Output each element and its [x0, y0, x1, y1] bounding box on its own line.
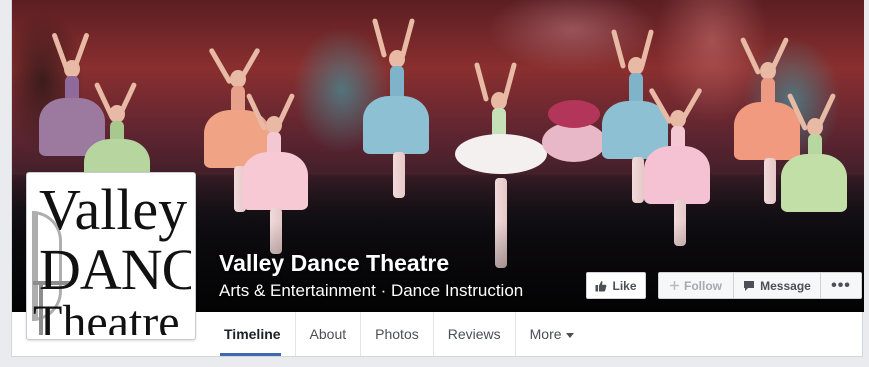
page-title[interactable]: Valley Dance Theatre [219, 250, 449, 277]
tab-more[interactable]: More [516, 312, 588, 356]
tab-timeline[interactable]: Timeline [210, 312, 296, 356]
message-label: Message [760, 278, 811, 293]
tab-about[interactable]: About [296, 312, 362, 356]
profile-picture[interactable]: Valley DANCE Theatre [26, 172, 196, 340]
tab-reviews[interactable]: Reviews [434, 312, 516, 356]
page-categories[interactable]: Arts & Entertainment · Dance Instruction [219, 281, 523, 301]
logo-word-valley: Valley [39, 177, 188, 242]
more-options-button[interactable]: ••• [820, 272, 862, 299]
timeline-nav: Timeline About Photos Reviews More [210, 312, 588, 356]
follow-label: Follow [684, 278, 722, 293]
plus-icon [670, 281, 679, 290]
thumbs-up-icon [595, 280, 607, 291]
valley-dance-theatre-logo: Valley DANCE Theatre [31, 177, 191, 335]
like-label: Like [612, 278, 637, 293]
logo-word-dance: DANCE [39, 237, 191, 302]
like-button[interactable]: Like [586, 272, 646, 299]
caret-down-icon [565, 332, 574, 338]
speech-bubble-icon [744, 280, 755, 291]
tab-photos[interactable]: Photos [361, 312, 434, 356]
message-button[interactable]: Message [733, 272, 821, 299]
ellipsis-icon: ••• [831, 276, 851, 294]
follow-button[interactable]: Follow [658, 272, 734, 299]
logo-word-theatre: Theatre [33, 296, 180, 336]
